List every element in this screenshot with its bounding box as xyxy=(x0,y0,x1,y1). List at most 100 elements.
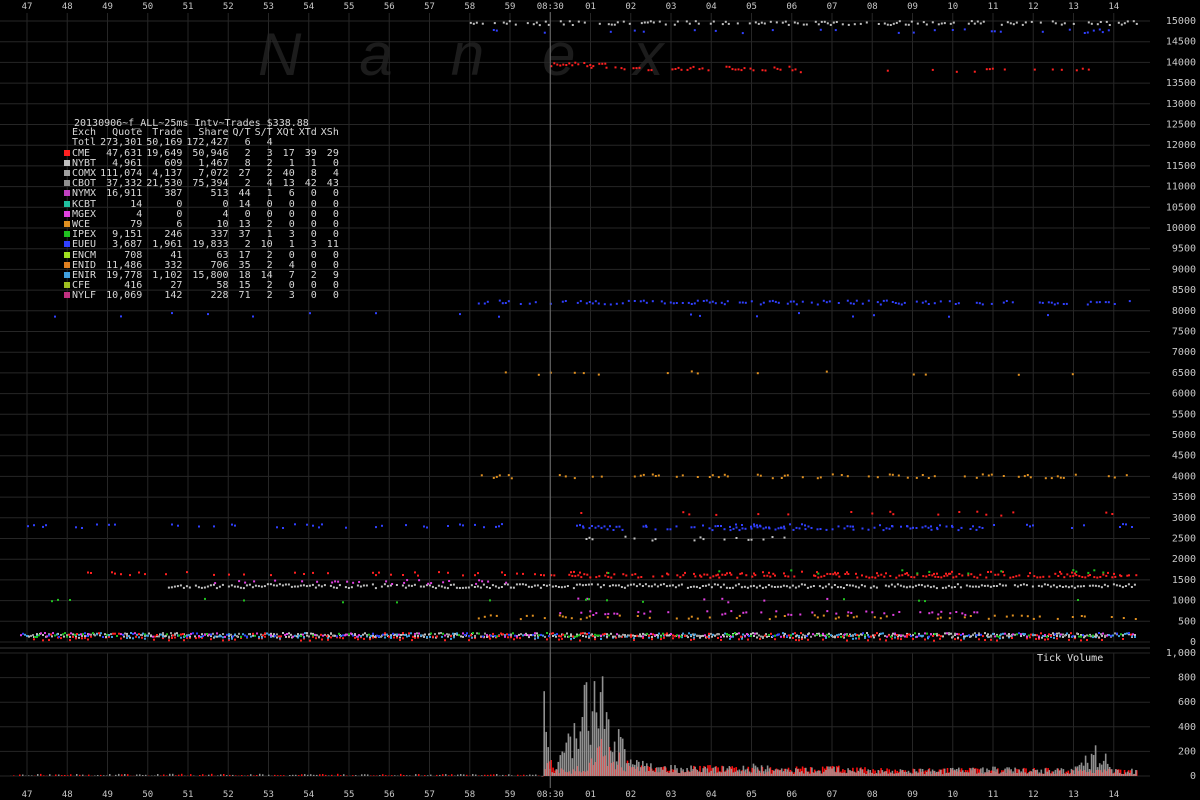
data-point xyxy=(961,612,964,615)
data-point xyxy=(876,301,879,304)
data-point xyxy=(494,635,496,637)
data-point xyxy=(704,584,707,587)
data-point xyxy=(228,637,230,640)
volume-bar xyxy=(319,774,321,776)
data-point xyxy=(266,632,268,635)
data-point xyxy=(902,634,904,637)
data-point xyxy=(327,572,329,575)
volume-bar xyxy=(966,772,968,776)
data-point xyxy=(1000,570,1003,573)
volume-bar xyxy=(250,774,252,776)
data-point xyxy=(52,632,54,635)
data-point xyxy=(586,65,589,68)
volume-bar xyxy=(154,775,156,776)
data-point xyxy=(690,526,693,529)
data-point xyxy=(365,584,368,587)
data-point xyxy=(830,634,832,637)
data-point xyxy=(867,299,870,302)
data-point xyxy=(1099,21,1102,23)
data-point xyxy=(697,22,700,25)
data-point xyxy=(787,23,790,26)
data-point xyxy=(122,633,124,636)
data-point xyxy=(186,635,188,638)
volume-bar xyxy=(805,767,807,776)
data-point xyxy=(519,303,522,305)
data-point xyxy=(1060,23,1063,26)
data-point xyxy=(976,611,979,614)
data-point xyxy=(206,633,208,635)
data-point xyxy=(756,372,759,375)
data-point xyxy=(579,524,581,527)
data-point xyxy=(384,632,386,635)
data-point xyxy=(934,633,936,635)
data-point xyxy=(1134,636,1136,638)
data-point xyxy=(629,583,632,586)
data-point xyxy=(820,20,823,23)
data-point xyxy=(1062,303,1065,305)
data-point xyxy=(524,583,527,586)
x-tick-label: 52 xyxy=(223,2,234,12)
volume-bar xyxy=(879,773,882,776)
data-point xyxy=(126,637,128,639)
volume-bar xyxy=(1115,769,1117,776)
data-point xyxy=(973,575,976,578)
data-point xyxy=(823,574,826,577)
x-tick-label: 06 xyxy=(786,2,797,12)
volume-bar xyxy=(472,774,474,776)
data-point xyxy=(338,632,340,635)
data-point xyxy=(929,586,932,589)
data-point xyxy=(515,583,518,586)
data-point xyxy=(708,301,711,304)
data-point xyxy=(756,632,758,635)
data-point xyxy=(741,524,743,526)
data-point xyxy=(898,20,901,23)
data-point xyxy=(986,584,989,587)
data-point xyxy=(350,632,352,635)
data-point xyxy=(226,633,228,636)
data-point xyxy=(1131,526,1133,528)
data-point xyxy=(1026,615,1029,618)
volume-bar xyxy=(1042,773,1045,776)
data-point xyxy=(1087,68,1090,71)
data-point xyxy=(1047,314,1049,317)
x-tick-label: 03 xyxy=(666,2,677,12)
data-point xyxy=(867,475,870,478)
data-point xyxy=(598,22,601,25)
data-point xyxy=(1022,632,1024,635)
volume-bar xyxy=(644,766,646,776)
data-point xyxy=(416,632,418,635)
volume-bar xyxy=(778,770,781,776)
volume-bar xyxy=(887,773,890,776)
data-point xyxy=(825,370,828,373)
data-point xyxy=(726,635,728,638)
y-tick-label: 1500 xyxy=(1172,575,1196,586)
data-point xyxy=(396,601,398,604)
data-point xyxy=(638,66,641,69)
y-tick-label: 4500 xyxy=(1172,451,1196,462)
data-point xyxy=(582,526,585,529)
volume-bar xyxy=(343,774,345,776)
data-point xyxy=(694,20,697,23)
volume-bar xyxy=(505,775,507,776)
data-point xyxy=(372,632,374,635)
volume-bar xyxy=(885,771,888,776)
data-point xyxy=(250,635,252,638)
data-point xyxy=(570,633,572,636)
data-point xyxy=(794,586,797,589)
volume-bar xyxy=(788,771,791,776)
data-point xyxy=(364,632,366,635)
data-point xyxy=(961,574,964,577)
data-point xyxy=(1042,635,1044,637)
data-point xyxy=(46,635,48,638)
data-point xyxy=(807,638,809,641)
data-point xyxy=(798,527,801,530)
data-point xyxy=(1097,585,1100,588)
data-point xyxy=(372,634,374,637)
data-point xyxy=(847,573,850,575)
data-point xyxy=(990,473,993,476)
data-point xyxy=(900,303,903,306)
exchange-color-swatch xyxy=(64,221,70,228)
volume-bar xyxy=(292,774,294,776)
data-point xyxy=(643,612,646,615)
volume-bar xyxy=(1004,768,1006,776)
